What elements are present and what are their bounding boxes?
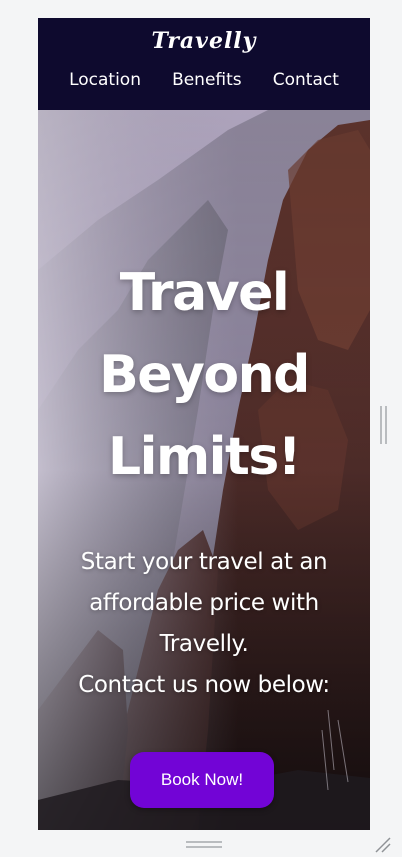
- resize-grip-icon[interactable]: [374, 836, 392, 854]
- hero-subtitle-line: Contact us now below:: [78, 672, 330, 698]
- hero-title-line: Limits!: [108, 427, 302, 487]
- book-now-button[interactable]: Book Now!: [130, 752, 274, 808]
- hero-subtitle: Start your travel at an affordable price…: [38, 542, 370, 706]
- hero-subtitle-line: Travelly.: [159, 631, 249, 657]
- vertical-drag-handle-icon[interactable]: [380, 406, 388, 444]
- navbar: Travelly Location Benefits Contact: [38, 18, 370, 110]
- hero-title-line: Beyond: [99, 345, 310, 405]
- hero-section: Travel Beyond Limits! Start your travel …: [38, 110, 370, 830]
- hero-subtitle-line: affordable price with: [89, 590, 319, 616]
- brand-logo[interactable]: Travelly: [38, 28, 370, 54]
- nav-link-contact[interactable]: Contact: [273, 70, 339, 90]
- nav-link-location[interactable]: Location: [69, 70, 141, 90]
- hero-title: Travel Beyond Limits!: [38, 252, 370, 498]
- horizontal-drag-handle-icon[interactable]: [186, 841, 222, 849]
- hero-title-line: Travel: [119, 263, 290, 323]
- device-viewport: Travelly Location Benefits Contact Trave…: [38, 18, 370, 830]
- nav-links: Location Benefits Contact: [38, 70, 370, 90]
- hero-subtitle-line: Start your travel at an: [80, 549, 328, 575]
- nav-link-benefits[interactable]: Benefits: [172, 70, 242, 90]
